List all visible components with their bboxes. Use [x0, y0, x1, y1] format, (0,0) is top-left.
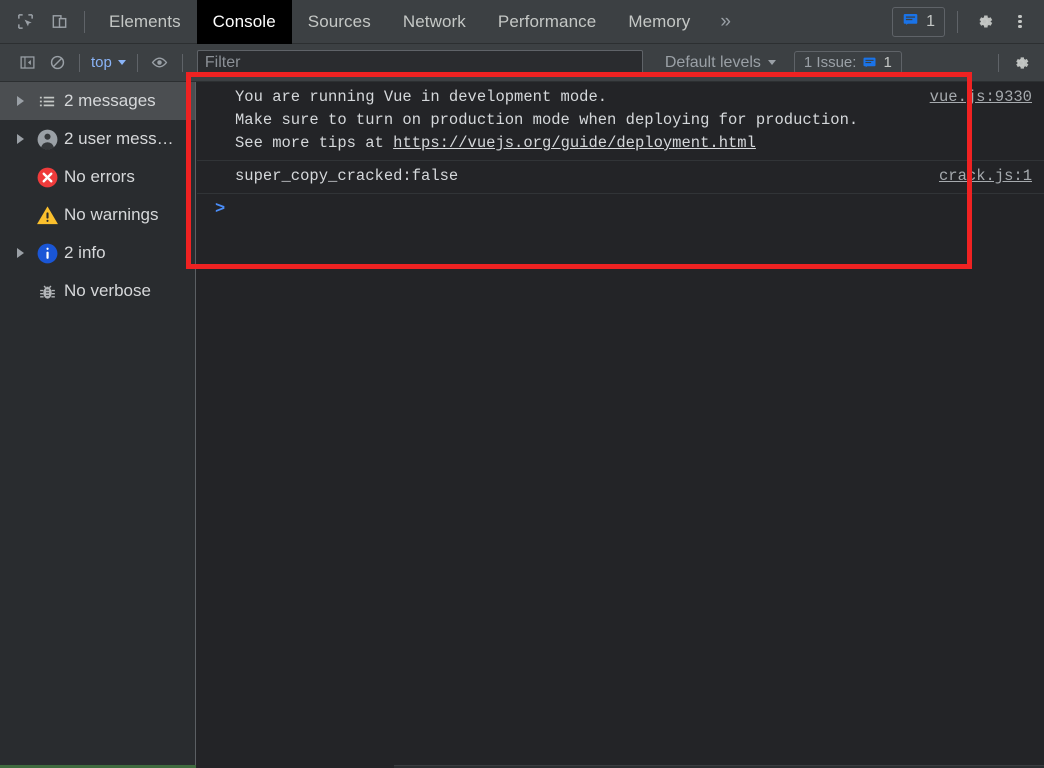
expand-arrow-icon-messages[interactable]: [10, 96, 30, 106]
console-message-line-3-prefix: See more tips at: [235, 134, 394, 152]
panel-tabs: Elements Console Sources Network Perform…: [93, 0, 706, 44]
sidebar-item-label-verbose: No verbose: [64, 281, 151, 300]
log-levels-label: Default levels: [664, 53, 761, 71]
issues-badge-button[interactable]: 1: [892, 6, 945, 37]
list-icon: [30, 92, 64, 111]
sidebar-item-label-messages: 2 messages: [64, 91, 156, 110]
warning-icon: [30, 204, 64, 227]
error-icon: [30, 166, 64, 189]
sidebar-item-user-messages[interactable]: 2 user mess…: [0, 120, 195, 158]
sidebar-toggle-icon[interactable]: [12, 44, 42, 82]
filterbar-divider-2: [136, 53, 138, 72]
prompt-chevron-icon: >: [215, 200, 226, 219]
device-toolbar-icon[interactable]: [42, 0, 76, 44]
kebab-menu-icon[interactable]: [1002, 0, 1038, 44]
vue-deployment-guide-link[interactable]: https://vuejs.org/guide/deployment.html: [393, 134, 756, 152]
chevron-down-icon: [117, 60, 126, 65]
toolbar-right-group: 1: [892, 0, 1044, 44]
devtools-main-toolbar: Elements Console Sources Network Perform…: [0, 0, 1044, 44]
log-levels-selector[interactable]: Default levels: [661, 54, 780, 72]
more-tabs-icon[interactable]: »: [706, 0, 745, 44]
console-message-line-2: Make sure to turn on production mode whe…: [235, 111, 859, 129]
toolbar-divider-2: [957, 10, 958, 33]
toolbar-divider: [84, 10, 85, 33]
filter-input[interactable]: [196, 50, 643, 75]
source-link-crack-js[interactable]: crack.js:1: [939, 165, 1032, 188]
sidebar-item-label-user-messages: 2 user mess…: [64, 129, 174, 148]
sidebar-item-label-warnings: No warnings: [64, 205, 159, 224]
chevron-down-icon-levels: [767, 60, 776, 65]
execution-context-selector[interactable]: top: [87, 54, 130, 71]
gear-icon[interactable]: [966, 0, 1002, 44]
source-link-vue-js[interactable]: vue.js:9330: [930, 86, 1032, 109]
console-filter-toolbar: top Default levels 1 Issue:: [0, 44, 1044, 82]
sidebar-item-verbose[interactable]: No verbose: [0, 272, 195, 310]
console-message-super-copy-cracked[interactable]: super_copy_cracked:false crack.js:1: [197, 161, 1044, 194]
issues-counter-button[interactable]: 1 Issue: 1: [793, 51, 902, 74]
sidebar-item-messages[interactable]: 2 messages: [0, 82, 195, 120]
sidebar-item-errors[interactable]: No errors: [0, 158, 195, 196]
info-icon: [30, 242, 64, 265]
tab-performance[interactable]: Performance: [482, 0, 612, 44]
user-icon: [30, 128, 64, 151]
expand-arrow-icon-user-messages[interactable]: [10, 134, 30, 144]
console-prompt-row[interactable]: >: [197, 194, 1044, 254]
console-output-area[interactable]: You are running Vue in development mode.…: [197, 82, 1044, 768]
tab-elements[interactable]: Elements: [93, 0, 197, 44]
bug-icon: [30, 281, 64, 302]
console-message-text: super_copy_cracked:false: [235, 167, 459, 185]
execution-context-label: top: [91, 54, 112, 71]
clear-console-icon[interactable]: [42, 44, 72, 82]
expand-arrow-icon-info[interactable]: [10, 248, 30, 258]
issue-label: 1 Issue:: [803, 54, 857, 71]
filterbar-divider-4: [998, 53, 999, 72]
inspect-element-icon[interactable]: [8, 0, 42, 44]
sidebar-item-info[interactable]: 2 info: [0, 234, 195, 272]
sidebar-item-warnings[interactable]: No warnings: [0, 196, 195, 234]
devtools-window: Elements Console Sources Network Perform…: [0, 0, 1044, 768]
tab-console[interactable]: Console: [196, 0, 292, 44]
sidebar-item-label-info: 2 info: [64, 243, 106, 262]
issues-message-icon-small: [862, 55, 877, 70]
sidebar-item-label-errors: No errors: [64, 167, 135, 186]
tab-sources[interactable]: Sources: [292, 0, 387, 44]
tab-memory[interactable]: Memory: [612, 0, 706, 44]
console-message-line-1: You are running Vue in development mode.: [235, 88, 608, 106]
issues-count: 1: [926, 12, 935, 30]
tab-network[interactable]: Network: [387, 0, 482, 44]
live-expression-eye-icon[interactable]: [145, 44, 175, 82]
issues-message-icon: [902, 11, 919, 33]
filterbar-right-group: [991, 44, 1044, 82]
console-settings-gear-icon[interactable]: [1006, 44, 1036, 82]
issue-count-value: 1: [883, 54, 892, 71]
console-message-line-3: See more tips at https://vuejs.org/guide…: [235, 132, 1034, 155]
filterbar-divider-1: [79, 53, 80, 72]
console-sidebar: 2 messages 2 user mess… No errors No war…: [0, 82, 196, 768]
filterbar-divider-3: [181, 53, 183, 72]
console-message-vue-devmode[interactable]: You are running Vue in development mode.…: [197, 82, 1044, 161]
